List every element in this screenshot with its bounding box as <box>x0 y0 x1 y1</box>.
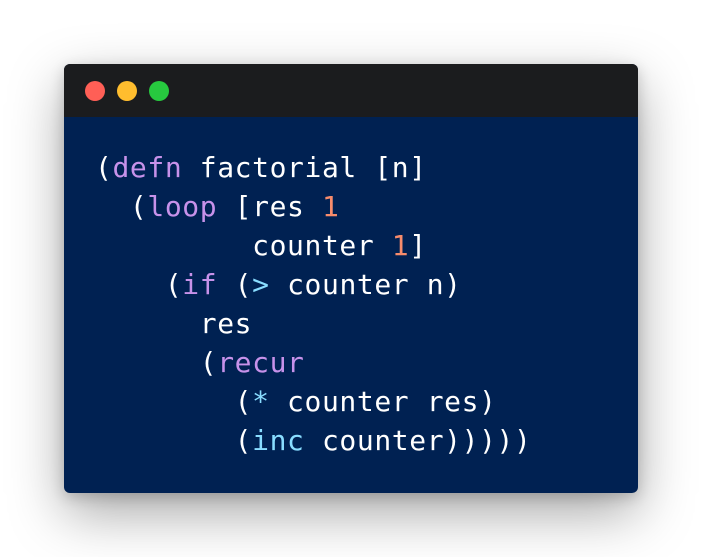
code-token-builtin: inc <box>252 424 305 457</box>
code-window: (defn factorial [n] (loop [res 1 counter… <box>64 64 638 493</box>
code-token: ( <box>95 424 253 457</box>
code-token: ( <box>217 268 253 301</box>
code-token: ] <box>409 229 427 262</box>
code-token: [res <box>217 190 322 223</box>
code-token: counter))))) <box>304 424 532 457</box>
code-line: (defn factorial [n] <box>95 148 531 187</box>
minimize-button[interactable] <box>117 81 137 101</box>
window-titlebar <box>64 64 638 117</box>
code-token: ( <box>95 151 113 184</box>
code-token-builtin: * <box>252 385 270 418</box>
code-token-builtin: > <box>252 268 270 301</box>
code-token-number: 1 <box>391 229 410 262</box>
code-token: counter <box>95 229 392 262</box>
code-line: (recur <box>95 343 531 382</box>
code-token-keyword: if <box>182 268 218 301</box>
maximize-button[interactable] <box>149 81 169 101</box>
code-line: (* counter res) <box>95 382 531 421</box>
code-token: ( <box>95 190 148 223</box>
close-button[interactable] <box>85 81 105 101</box>
code-token: res <box>95 307 253 340</box>
code-line: (if (> counter n) <box>95 265 531 304</box>
code-token-number: 1 <box>321 190 340 223</box>
code-token: ( <box>95 385 253 418</box>
code-token-keyword: defn <box>112 151 183 184</box>
code-line: (inc counter))))) <box>95 421 531 460</box>
code-line: (loop [res 1 <box>95 187 531 226</box>
code-line: counter 1] <box>95 226 531 265</box>
code-line: res <box>95 304 531 343</box>
code-token: counter n) <box>269 268 462 301</box>
code-token: ( <box>95 346 218 379</box>
code-token: ( <box>95 268 183 301</box>
code-token-keyword: recur <box>217 346 305 379</box>
code-token: counter res) <box>269 385 497 418</box>
code-token-keyword: loop <box>147 190 218 223</box>
code-block: (defn factorial [n] (loop [res 1 counter… <box>95 148 531 460</box>
code-token: factorial [n] <box>182 151 427 184</box>
